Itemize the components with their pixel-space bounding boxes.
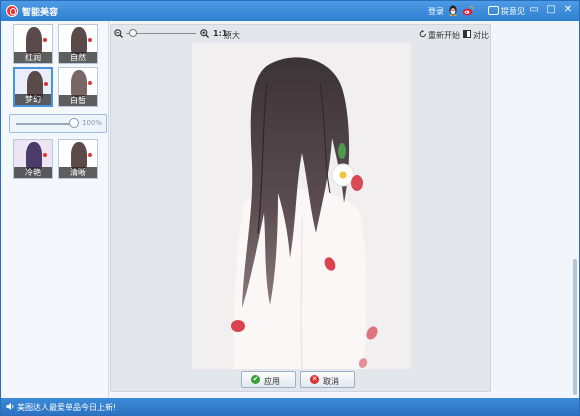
- zoom-in-icon[interactable]: [200, 29, 209, 38]
- check-icon: ✔: [251, 375, 260, 384]
- effect-label: 白皙: [59, 95, 97, 106]
- meitu-logo-icon: [6, 5, 18, 17]
- maximize-button[interactable]: □: [545, 5, 557, 16]
- zoom-handle[interactable]: [129, 29, 137, 37]
- status-message[interactable]: 美图达人最爱单品今日上新!: [17, 402, 116, 413]
- apply-label: 应用: [264, 377, 280, 386]
- scrollbar[interactable]: [573, 259, 577, 395]
- minimize-button[interactable]: ▭: [528, 5, 540, 16]
- effect-label: 自然: [59, 52, 97, 63]
- preview-flower: [88, 81, 92, 85]
- status-bar: 美图达人最爱单品今日上新!: [1, 398, 579, 415]
- effect-thumb-natural[interactable]: 自然: [58, 24, 98, 64]
- speaker-icon[interactable]: [6, 402, 15, 411]
- login-link[interactable]: 登录: [428, 6, 444, 17]
- intensity-slider[interactable]: 100%: [9, 114, 107, 133]
- effect-thumb-clear[interactable]: 清晰: [58, 139, 98, 179]
- restart-icon[interactable]: [419, 30, 427, 38]
- apply-button[interactable]: ✔ 应用: [241, 371, 296, 388]
- cancel-icon: ✕: [310, 375, 319, 384]
- zoom-out-icon[interactable]: [114, 29, 123, 38]
- compare-button[interactable]: 对比: [473, 30, 489, 41]
- preview-flower: [43, 38, 47, 42]
- compare-icon[interactable]: [463, 30, 471, 38]
- intensity-handle[interactable]: [69, 118, 79, 128]
- preview-flower: [88, 153, 92, 157]
- window-title: 智能美容: [22, 8, 59, 18]
- preview-hair: [71, 27, 87, 55]
- feedback-icon[interactable]: [488, 6, 499, 15]
- preview-hair: [26, 142, 42, 170]
- preview-hair: [71, 70, 87, 98]
- photo-canvas[interactable]: [192, 43, 411, 369]
- qq-penguin-icon[interactable]: [448, 5, 458, 16]
- restart-button[interactable]: 重新开始: [428, 30, 460, 41]
- title-bar[interactable]: 智能美容 登录 提意见 ▭ □ ✕: [1, 1, 579, 21]
- preview-flower: [43, 153, 47, 157]
- effect-thumb-fair[interactable]: 白皙: [58, 67, 98, 107]
- preview-hair: [71, 142, 87, 170]
- intensity-track[interactable]: [16, 123, 74, 125]
- app-window: 智能美容 登录 提意见 ▭ □ ✕ 红润 自然 梦幻 白皙 100% 冷艳 清晰…: [0, 0, 580, 416]
- intensity-value: 100%: [82, 119, 103, 127]
- preview-flower: [44, 82, 48, 86]
- close-button[interactable]: ✕: [562, 5, 574, 16]
- effect-label: 冷艳: [14, 167, 52, 178]
- preview-hair: [26, 27, 42, 55]
- preview-flower: [88, 38, 92, 42]
- weibo-icon[interactable]: [462, 5, 474, 16]
- preview-area: 1:1 原大 重新开始 对比 ✔ 应用 ✕ 取消: [110, 24, 491, 392]
- right-panel: [492, 21, 579, 397]
- effects-panel: 红润 自然 梦幻 白皙 100% 冷艳 清晰: [3, 21, 109, 397]
- photo-illustration: [192, 43, 411, 369]
- effect-thumb-rosy[interactable]: 红润: [13, 24, 53, 64]
- effect-label: 清晰: [59, 167, 97, 178]
- cancel-label: 取消: [323, 377, 339, 386]
- original-size-label[interactable]: 原大: [224, 30, 240, 41]
- effect-label: 梦幻: [15, 94, 51, 105]
- effect-thumb-cool[interactable]: 冷艳: [13, 139, 53, 179]
- effect-thumb-dreamy[interactable]: 梦幻: [13, 67, 53, 107]
- effect-label: 红润: [14, 52, 52, 63]
- cancel-button[interactable]: ✕ 取消: [300, 371, 355, 388]
- feedback-link[interactable]: 提意见: [501, 6, 525, 17]
- preview-toolbar: 1:1 原大 重新开始 对比: [111, 25, 490, 42]
